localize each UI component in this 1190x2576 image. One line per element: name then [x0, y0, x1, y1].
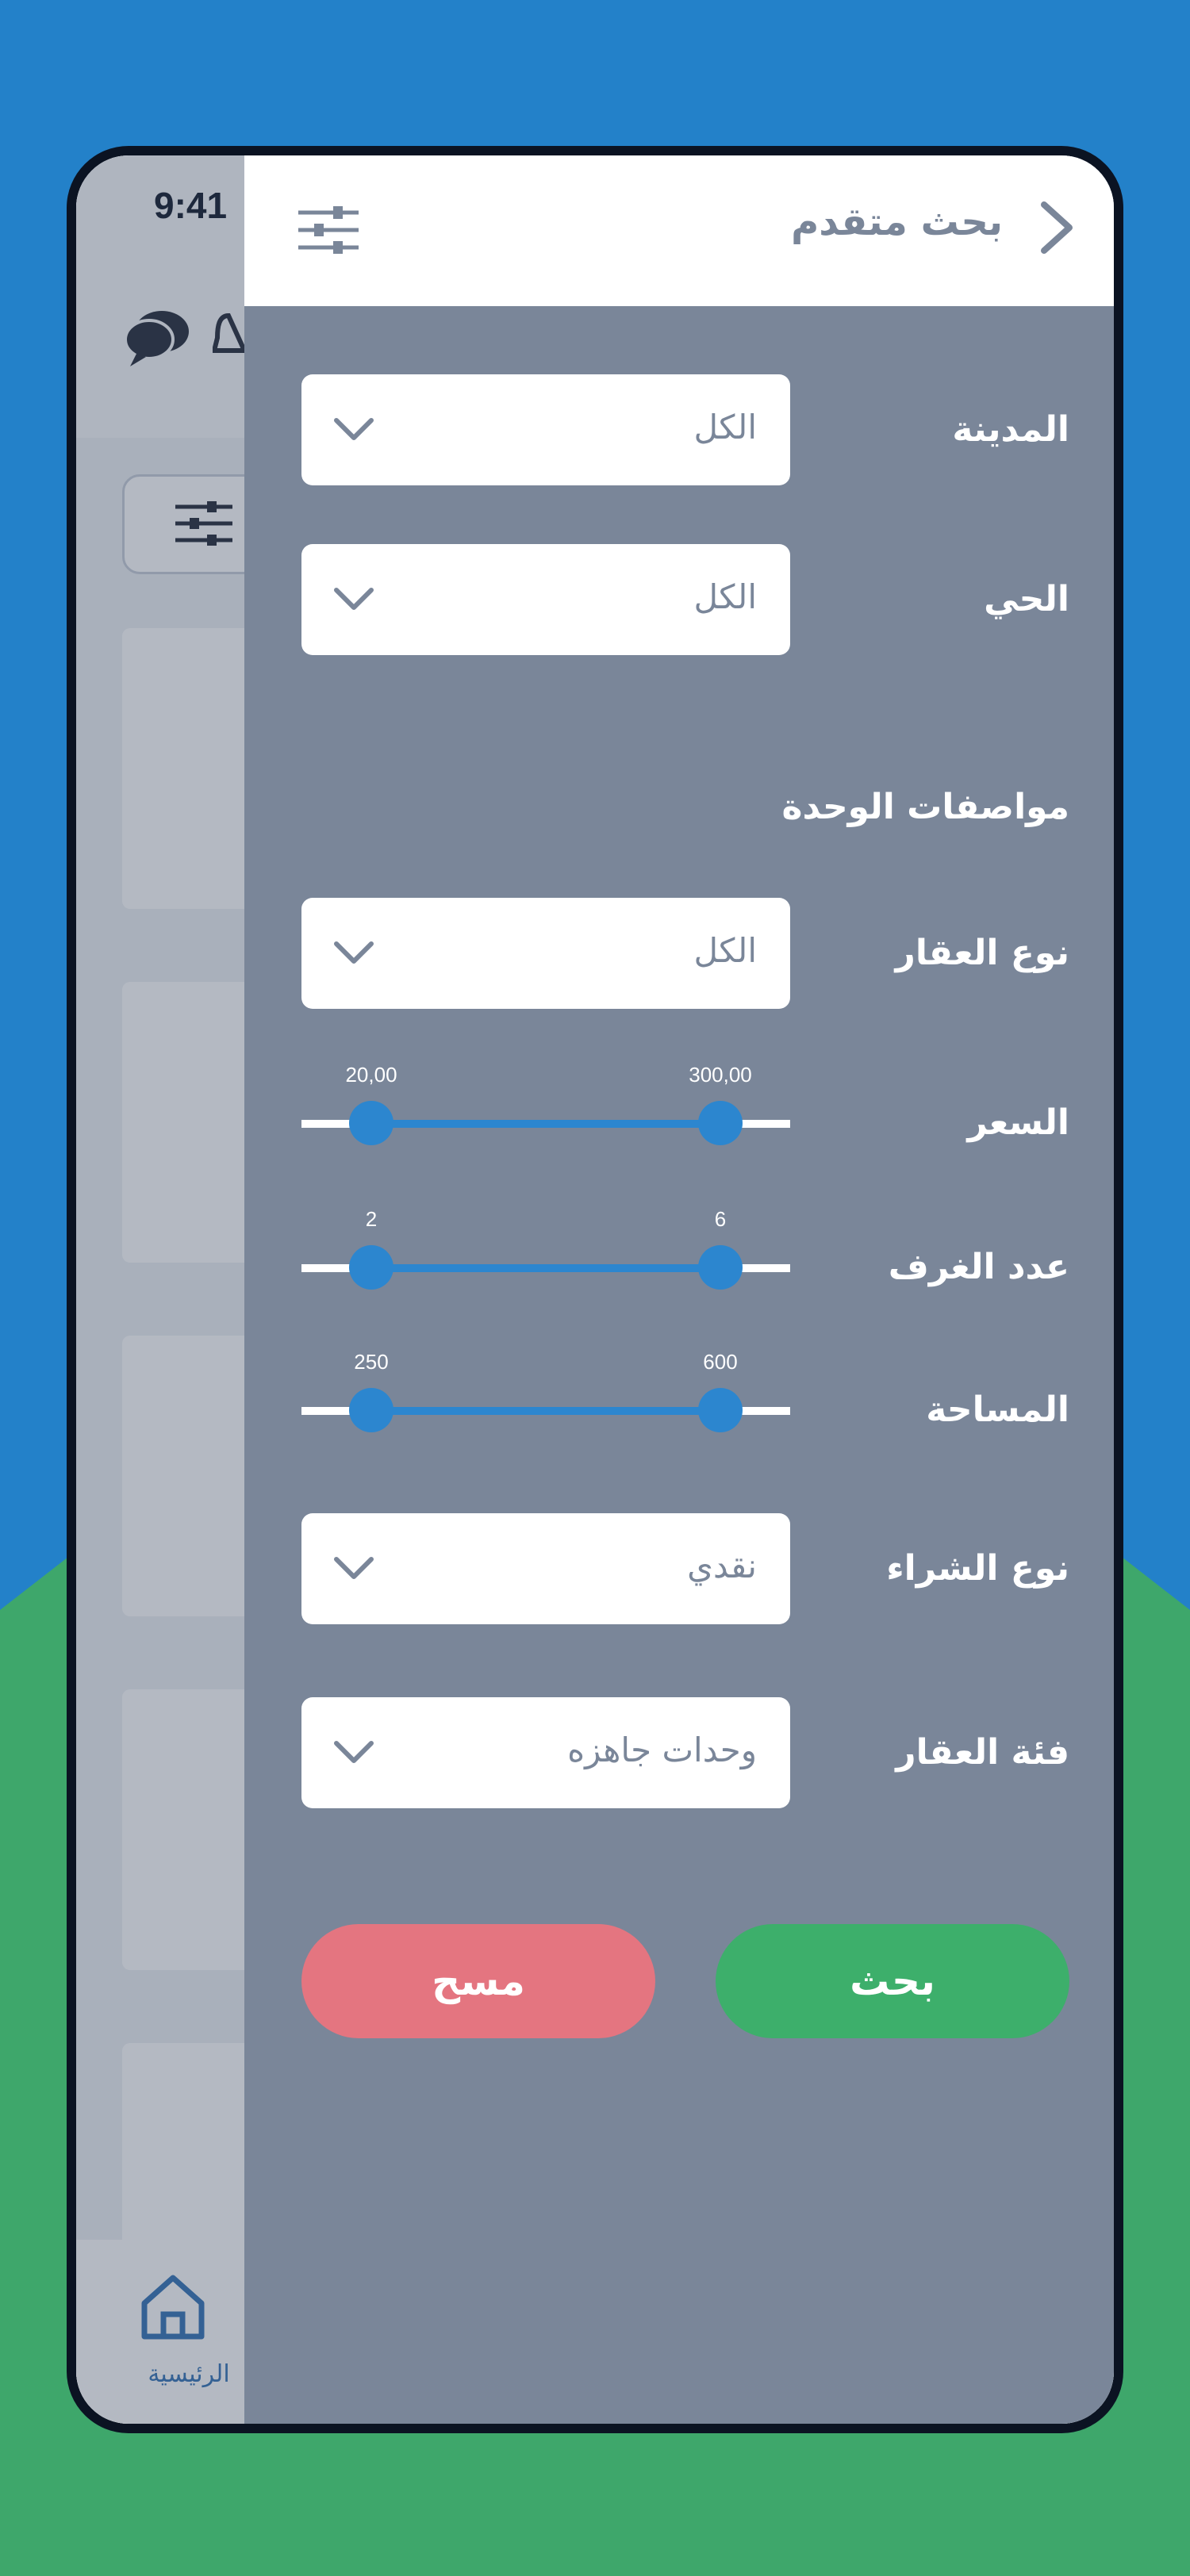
advanced-search-drawer: بحث متقدم المدينة الكل الحي الكل مواصفات… — [244, 155, 1114, 2424]
chevron-right-icon[interactable] — [1035, 200, 1082, 255]
phone-screen: 9:41 الرئيسية بحث متقدم المدينة الكل الح… — [76, 155, 1114, 2424]
property-category-label: فئة العقار — [896, 1732, 1069, 1773]
price-max-value: 300,00 — [689, 1063, 752, 1087]
slider-min-handle[interactable] — [349, 1101, 393, 1145]
filter-settings-icon[interactable] — [295, 197, 362, 263]
chevron-down-icon — [334, 1557, 374, 1579]
slider-range-fill — [371, 1120, 720, 1128]
property-type-select[interactable]: الكل — [301, 898, 790, 1009]
rooms-min-value: 2 — [365, 1207, 378, 1231]
purchase-type-select[interactable]: نقدي — [301, 1513, 790, 1624]
city-select[interactable]: الكل — [301, 374, 790, 485]
property-category-value: وحدات جاهزه — [567, 1731, 757, 1769]
price-range-slider[interactable]: 20,00 300,00 — [301, 1063, 790, 1148]
rooms-range-slider[interactable]: 2 6 — [301, 1207, 790, 1293]
slider-max-handle[interactable] — [698, 1101, 743, 1145]
property-type-value: الكل — [693, 931, 757, 970]
slider-max-handle[interactable] — [698, 1388, 743, 1432]
drawer-header: بحث متقدم — [244, 155, 1114, 306]
rooms-label: عدد الغرف — [888, 1247, 1069, 1287]
unit-specs-heading: مواصفات الوحدة — [781, 787, 1069, 827]
purchase-type-value: نقدي — [687, 1547, 757, 1585]
chevron-down-icon — [334, 588, 374, 610]
slider-min-handle[interactable] — [349, 1245, 393, 1290]
chevron-down-icon — [334, 1741, 374, 1763]
rooms-max-value: 6 — [714, 1207, 727, 1231]
price-min-value: 20,00 — [345, 1063, 397, 1087]
slider-max-handle[interactable] — [698, 1245, 743, 1290]
area-label: المساحة — [926, 1390, 1069, 1430]
slider-min-handle[interactable] — [349, 1388, 393, 1432]
phone-frame: 9:41 الرئيسية بحث متقدم المدينة الكل الح… — [67, 146, 1123, 2433]
area-min-value: 250 — [354, 1350, 389, 1374]
city-value: الكل — [693, 408, 757, 447]
chevron-down-icon — [334, 941, 374, 964]
drawer-title: بحث متقدم — [791, 200, 1003, 244]
property-type-label: نوع العقار — [895, 933, 1069, 973]
property-category-select[interactable]: وحدات جاهزه — [301, 1697, 790, 1808]
slider-range-fill — [371, 1407, 720, 1415]
chevron-down-icon — [334, 418, 374, 440]
slider-range-fill — [371, 1264, 720, 1272]
district-label: الحي — [984, 579, 1069, 619]
clear-button[interactable]: مسح — [301, 1924, 655, 2038]
area-range-slider[interactable]: 250 600 — [301, 1350, 790, 1436]
city-label: المدينة — [952, 409, 1069, 450]
district-value: الكل — [693, 577, 757, 616]
search-button[interactable]: بحث — [716, 1924, 1069, 2038]
purchase-type-label: نوع الشراء — [886, 1548, 1069, 1589]
district-select[interactable]: الكل — [301, 544, 790, 655]
area-max-value: 600 — [703, 1350, 738, 1374]
price-label: السعر — [967, 1102, 1069, 1143]
